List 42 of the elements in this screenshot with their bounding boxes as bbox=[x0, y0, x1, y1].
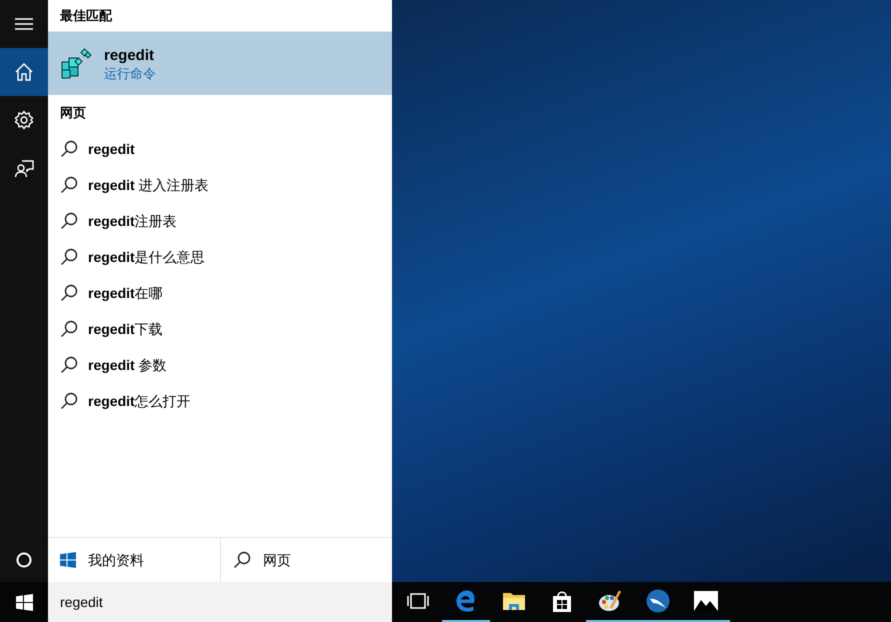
suggestion-text: regedit在哪 bbox=[88, 284, 163, 303]
result-subtitle: 运行命令 bbox=[104, 66, 156, 82]
suggestion-text: regedit 参数 bbox=[88, 356, 167, 375]
search-icon bbox=[60, 356, 78, 374]
result-title: regedit bbox=[104, 46, 156, 66]
search-icon bbox=[60, 284, 78, 302]
sidebar-button[interactable] bbox=[0, 48, 48, 96]
paint-palette-icon bbox=[597, 588, 623, 614]
search-icon bbox=[60, 176, 78, 194]
search-icon bbox=[60, 212, 78, 230]
search-input-field[interactable]: regedit bbox=[48, 582, 392, 622]
web-suggestion[interactable]: regedit 参数 bbox=[48, 347, 392, 383]
settings-icon bbox=[14, 110, 34, 130]
circle-icon bbox=[16, 552, 32, 568]
suggestion-text: regedit下载 bbox=[88, 320, 163, 339]
search-icon bbox=[60, 392, 78, 410]
search-icon bbox=[60, 320, 78, 338]
bird-app-icon bbox=[645, 588, 671, 614]
search-icon bbox=[60, 248, 78, 266]
suggestion-text: regedit怎么打开 bbox=[88, 392, 191, 411]
windows-logo-icon bbox=[60, 552, 76, 568]
search-icon bbox=[60, 140, 78, 158]
suggestion-text: regedit是什么意思 bbox=[88, 248, 205, 267]
suggestion-text: regedit注册表 bbox=[88, 212, 177, 231]
web-suggestion[interactable]: regedit 进入注册表 bbox=[48, 167, 392, 203]
best-match-item[interactable]: regedit 运行命令 bbox=[48, 32, 392, 95]
web-suggestion[interactable]: regedit下载 bbox=[48, 311, 392, 347]
feedback-icon bbox=[14, 158, 34, 178]
filter-button[interactable]: 我的资料 bbox=[48, 538, 220, 582]
home-icon bbox=[14, 62, 34, 82]
web-suggestion[interactable]: regedit bbox=[48, 131, 392, 167]
web-suggestion[interactable]: regedit在哪 bbox=[48, 275, 392, 311]
web-suggestion[interactable]: regedit是什么意思 bbox=[48, 239, 392, 275]
windows-logo-icon bbox=[16, 594, 32, 610]
suggestion-text: regedit 进入注册表 bbox=[88, 176, 209, 195]
registry-cubes-icon bbox=[60, 48, 92, 80]
suggestion-text: regedit bbox=[88, 140, 135, 159]
web-suggestion[interactable]: regedit怎么打开 bbox=[48, 383, 392, 419]
web-suggestion[interactable]: regedit注册表 bbox=[48, 203, 392, 239]
photos-icon bbox=[693, 588, 719, 614]
search-icon bbox=[233, 551, 251, 569]
section-heading: 网页 bbox=[59, 104, 87, 122]
